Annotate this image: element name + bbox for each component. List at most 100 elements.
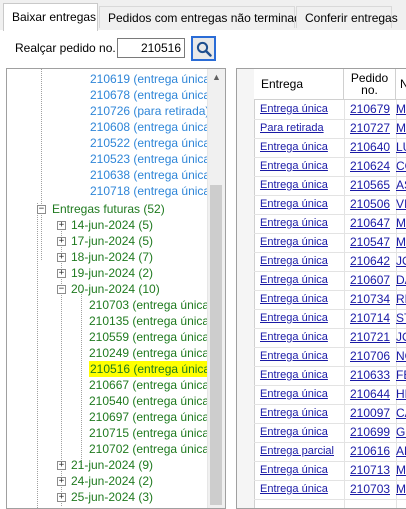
table-row[interactable]: Entrega única 210642 JO bbox=[254, 252, 406, 272]
table-row[interactable]: Entrega única 210647 MA bbox=[254, 214, 406, 234]
table-row[interactable]: Entrega única 210506 VI bbox=[254, 195, 406, 215]
cell-nome[interactable]: AS bbox=[396, 176, 406, 195]
tree-date-node[interactable]: 17-jun-2024 (5) bbox=[71, 233, 153, 249]
cell-entrega[interactable]: Entrega única bbox=[260, 461, 344, 480]
cell-entrega[interactable]: Entrega única bbox=[260, 252, 344, 271]
cell-pedido[interactable]: 210734 bbox=[350, 290, 390, 309]
tree-date-node[interactable]: 21-jun-2024 (9) bbox=[71, 457, 153, 473]
table-row[interactable]: Entrega única 210699 GE bbox=[254, 423, 406, 443]
table-row[interactable]: Entrega única 210547 MA bbox=[254, 233, 406, 253]
tree-item-order[interactable]: 210638 (entrega única) bbox=[90, 167, 208, 183]
table-row[interactable]: Entrega parcial 210616 AL bbox=[254, 442, 406, 462]
cell-entrega[interactable]: Entrega única bbox=[260, 157, 344, 176]
expand-icon[interactable]: + bbox=[57, 237, 66, 246]
expand-icon[interactable]: + bbox=[57, 269, 66, 278]
tree-item-order[interactable]: 210135 (entrega única) bbox=[89, 313, 208, 329]
tree-item-order[interactable]: 210523 (entrega única) bbox=[90, 151, 208, 167]
table-row[interactable]: Entrega única 210721 JO bbox=[254, 328, 406, 348]
expand-icon[interactable]: + bbox=[57, 253, 66, 262]
cell-nome[interactable]: MA bbox=[396, 233, 406, 252]
cell-nome[interactable]: DA bbox=[396, 271, 406, 290]
tab-conferir-entregas[interactable]: Conferir entregas bbox=[296, 6, 398, 28]
cell-pedido[interactable]: 210713 bbox=[350, 461, 390, 480]
tab-baixar-entregas[interactable]: Baixar entregas bbox=[3, 3, 98, 31]
tree-item-order[interactable]: 210540 (entrega única) bbox=[89, 393, 208, 409]
table-row[interactable]: Entrega única 210565 AS bbox=[254, 176, 406, 196]
cell-entrega[interactable]: Entrega única bbox=[260, 423, 344, 442]
cell-nome[interactable]: FE bbox=[396, 366, 406, 385]
cell-entrega[interactable]: Entrega única bbox=[260, 214, 344, 233]
cell-entrega[interactable]: Entrega única bbox=[260, 271, 344, 290]
table-row[interactable]: Entrega única 210734 RE bbox=[254, 290, 406, 310]
tree-scrollbar[interactable]: ▲ bbox=[207, 69, 225, 508]
table-row[interactable]: Entrega única 210644 HE bbox=[254, 385, 406, 405]
tree-item-order[interactable]: 210678 (entrega única) bbox=[90, 87, 208, 103]
cell-entrega[interactable]: Entrega única bbox=[260, 480, 344, 499]
cell-nome[interactable]: JO bbox=[396, 328, 406, 347]
tree-date-node[interactable]: 19-jun-2024 (2) bbox=[71, 265, 153, 281]
cell-pedido[interactable]: 210706 bbox=[350, 347, 390, 366]
cell-entrega[interactable]: Entrega única bbox=[260, 366, 344, 385]
table-row[interactable]: Entrega única 210624 CO bbox=[254, 157, 406, 177]
cell-nome[interactable]: MA bbox=[396, 480, 406, 499]
cell-pedido[interactable]: 210703 bbox=[350, 480, 390, 499]
cell-nome[interactable]: HE bbox=[396, 385, 406, 404]
cell-nome[interactable]: AL bbox=[396, 442, 406, 461]
expand-icon[interactable]: + bbox=[57, 221, 66, 230]
cell-nome[interactable]: MA bbox=[396, 461, 406, 480]
cell-nome[interactable]: ST bbox=[396, 309, 406, 328]
column-header-pedido[interactable]: Pedido no. bbox=[344, 69, 396, 100]
table-row[interactable]: Para retirada 210727 MA bbox=[254, 119, 406, 139]
table-row[interactable]: Entrega única 210713 MA bbox=[254, 461, 406, 481]
cell-entrega[interactable]: Para retirada bbox=[260, 119, 344, 138]
deliveries-grid[interactable]: Entrega Pedido no. No Entrega única 21067… bbox=[236, 68, 406, 509]
cell-entrega[interactable]: Entrega única bbox=[260, 195, 344, 214]
tree-item-order[interactable]: 210703 (entrega única) bbox=[89, 297, 208, 313]
table-row[interactable]: Entrega única 210607 DA bbox=[254, 271, 406, 291]
cell-entrega[interactable]: Entrega única bbox=[260, 290, 344, 309]
cell-pedido[interactable]: 210565 bbox=[350, 176, 390, 195]
cell-pedido[interactable]: 210506 bbox=[350, 195, 390, 214]
table-row[interactable]: Entrega única 210633 FE bbox=[254, 366, 406, 386]
cell-pedido[interactable]: 210647 bbox=[350, 214, 390, 233]
column-header-entrega[interactable]: Entrega bbox=[254, 69, 344, 100]
tree-item-order[interactable]: 210619 (entrega única) bbox=[90, 71, 208, 87]
table-row[interactable]: Entrega única 210703 MA bbox=[254, 480, 406, 500]
tree-date-node[interactable]: 14-jun-2024 (5) bbox=[71, 217, 153, 233]
cell-entrega[interactable]: Entrega única bbox=[260, 328, 344, 347]
tree-item-order[interactable]: 210522 (entrega única) bbox=[90, 135, 208, 151]
expand-icon[interactable]: + bbox=[57, 477, 66, 486]
table-row[interactable]: Entrega única 210640 LU bbox=[254, 138, 406, 158]
expand-icon[interactable]: + bbox=[57, 461, 66, 470]
cell-nome[interactable]: MA bbox=[396, 214, 406, 233]
tree-item-order[interactable]: 210715 (entrega única) bbox=[89, 425, 208, 441]
cell-pedido[interactable]: 210727 bbox=[350, 119, 390, 138]
tree-date-node[interactable]: 18-jun-2024 (7) bbox=[71, 249, 153, 265]
cell-entrega[interactable]: Entrega única bbox=[260, 404, 344, 423]
cell-entrega[interactable]: Entrega única bbox=[260, 138, 344, 157]
cell-pedido[interactable]: 210714 bbox=[350, 309, 390, 328]
tree-item-order[interactable]: 210608 (entrega única) bbox=[90, 119, 208, 135]
table-row[interactable]: Entrega única 210679 MA bbox=[254, 100, 406, 120]
tree-date-node[interactable]: 25-jun-2024 (3) bbox=[71, 489, 153, 505]
table-row[interactable]: Entrega única 210097 CA bbox=[254, 404, 406, 424]
cell-nome[interactable]: RE bbox=[396, 290, 406, 309]
scroll-thumb[interactable] bbox=[210, 185, 222, 505]
tree-date-node-expanded[interactable]: 20-jun-2024 (10) bbox=[71, 281, 160, 297]
delivery-tree[interactable]: 210619 (entrega única) 210678 (entrega ún… bbox=[6, 68, 226, 509]
tree-item-order[interactable]: 210697 (entrega única) bbox=[89, 409, 208, 425]
tab-pedidos-nao-terminadas[interactable]: Pedidos com entregas não terminadas bbox=[99, 6, 313, 28]
cell-pedido[interactable]: 210642 bbox=[350, 252, 390, 271]
table-row[interactable]: Entrega única 210714 ST bbox=[254, 309, 406, 329]
cell-entrega[interactable]: Entrega única bbox=[260, 176, 344, 195]
cell-entrega[interactable]: Entrega única bbox=[260, 309, 344, 328]
collapse-icon[interactable]: − bbox=[37, 205, 46, 214]
cell-nome[interactable]: MA bbox=[396, 119, 406, 138]
cell-nome[interactable]: VI bbox=[396, 195, 406, 214]
cell-nome[interactable]: LU bbox=[396, 138, 406, 157]
cell-pedido[interactable]: 210699 bbox=[350, 423, 390, 442]
cell-nome[interactable]: GE bbox=[396, 423, 406, 442]
tree-item-order[interactable]: 210559 (entrega única) bbox=[89, 329, 208, 345]
cell-pedido[interactable]: 210097 bbox=[350, 404, 390, 423]
tree-item-order[interactable]: 210702 (entrega única) bbox=[89, 441, 208, 457]
